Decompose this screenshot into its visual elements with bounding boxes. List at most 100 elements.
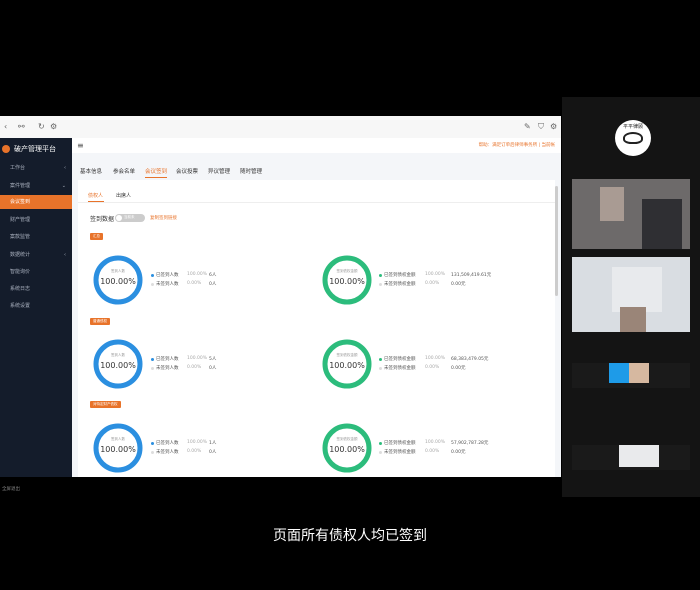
tab-objections[interactable]: 异议管理 (208, 167, 230, 175)
pen-icon[interactable]: ✎ (524, 122, 531, 131)
participant-shirt (619, 445, 659, 467)
legend-dot (151, 283, 154, 286)
status-bar-text: 全屏退出 (2, 487, 20, 492)
signin-amount-ring: 签到债权金额 100.00% (321, 338, 373, 390)
sidebar: 破产管理平台 工作台 ‹ 案件管理 ⌄ 会议签到 财产管理 案款监管 数据统计 … (0, 138, 72, 477)
sidebar-item-settings[interactable]: 系统设置 (0, 299, 72, 313)
active-tab-indicator (145, 177, 167, 178)
signin-content: 债权人 出席人 签到数据 当前未 复制签到链接 汇总 签到人数 100.00% … (78, 180, 555, 477)
legend-dot (379, 367, 382, 370)
video-participants-panel: 平平律顾 (562, 97, 700, 497)
content-scrollbar[interactable] (555, 186, 558, 296)
header-user-info[interactable]: 帮助：满足订单后律师事务所 | 当前帐 (479, 142, 555, 148)
legend-dot (151, 442, 154, 445)
subtab-attendees[interactable]: 出席人 (116, 192, 131, 199)
subtab-creditors[interactable]: 债权人 (88, 192, 103, 199)
signin-count-ring: 签到人数 100.00% (92, 254, 144, 306)
legend-dot (379, 283, 382, 286)
ring-value: 100.00% (329, 445, 365, 454)
legend-row: 已签到债权金额 100.00% 68,383,479.05元 (379, 356, 499, 365)
ring-value: 100.00% (329, 361, 365, 370)
toggle-text: 当前未 (124, 215, 135, 219)
chevron-icon: ‹ (64, 252, 66, 258)
sidebar-item-logs[interactable]: 系统日志 (0, 282, 72, 296)
sidebar-item-case-management[interactable]: 案件管理 ⌄ (0, 179, 72, 193)
legend-row: 未签到债权金额 0.00% 0.00元 (379, 281, 499, 290)
tab-meeting-signin[interactable]: 会议签到 (145, 167, 167, 175)
menu-toggle-icon[interactable]: ≡ (77, 141, 84, 150)
divider (78, 202, 555, 203)
legend-dot (151, 358, 154, 361)
legend-row: 已签到债权金额 100.00% 131,509,419.61元 (379, 272, 499, 281)
legend-row: 已签到人数 100.00% 5人 (151, 356, 271, 365)
signin-count-ring: 签到人数 100.00% (92, 422, 144, 474)
signin-amount-legend: 已签到债权金额 100.00% 57,902,787.28元 未签到债权金额 0… (379, 440, 499, 460)
participant-video-tile[interactable] (572, 363, 690, 388)
shield-icon[interactable]: ⛉ (538, 122, 544, 132)
chevron-down-icon: ⌄ (61, 183, 66, 189)
blurred-face (600, 187, 624, 221)
signin-count-ring: 签到人数 100.00% (92, 338, 144, 390)
toggle-knob (116, 215, 122, 221)
back-icon[interactable]: ‹ (4, 122, 7, 131)
tab-attendees[interactable]: 参会名单 (113, 167, 135, 175)
sidebar-item-workbench[interactable]: 工作台 ‹ (0, 161, 72, 175)
participant-video-tile[interactable] (572, 257, 690, 332)
ring-label: 签到债权金额 (336, 269, 358, 273)
legend-row: 未签到债权金额 0.00% 0.00元 (379, 449, 499, 458)
settings-icon[interactable]: ⚙ (50, 122, 57, 131)
signin-count-legend: 已签到人数 100.00% 1人 未签到人数 0.00% 0人 (151, 440, 271, 460)
sidebar-item-property[interactable]: 财产管理 (0, 213, 72, 227)
blue-block (609, 363, 629, 383)
ring-label: 签到债权金额 (336, 437, 358, 441)
copy-signin-link[interactable]: 复制签到链接 (150, 215, 177, 221)
signin-amount-legend: 已签到债权金额 100.00% 68,383,479.05元 未签到债权金额 0… (379, 356, 499, 376)
ring-value: 100.00% (329, 277, 365, 286)
browser-toolbar: ‹ ⚯ ↻ ⚙ ✎ ⛉ ⚙ (0, 116, 561, 139)
ring-label: 签到人数 (111, 353, 125, 357)
blurred-face (620, 307, 646, 332)
sidebar-item-meeting-signin[interactable]: 会议签到 (0, 195, 72, 209)
section-tag: 汇总 (90, 233, 103, 240)
legend-row: 未签到人数 0.00% 0人 (151, 449, 271, 458)
signin-count-legend: 已签到人数 100.00% 6人 未签到人数 0.00% 0人 (151, 272, 271, 292)
sidebar-item-statistics[interactable]: 数据统计 ‹ (0, 248, 72, 262)
signin-toggle[interactable]: 当前未 (115, 214, 145, 222)
avatar-label: 平平律顾 (622, 124, 643, 130)
gear-icon[interactable]: ⚙ (550, 122, 557, 131)
ring-value: 100.00% (100, 361, 136, 370)
link-icon[interactable]: ⚯ (18, 122, 25, 131)
legend-row: 已签到人数 100.00% 1人 (151, 440, 271, 449)
sidebar-item-funds[interactable]: 案款监管 (0, 230, 72, 244)
refresh-icon[interactable]: ↻ (38, 122, 45, 131)
participant-video-tile[interactable] (572, 445, 690, 470)
signin-amount-legend: 已签到债权金额 100.00% 131,509,419.61元 未签到债权金额 … (379, 272, 499, 292)
blurred-face (629, 363, 649, 383)
video-subtitle: 页面所有债权人均已签到 (273, 528, 427, 544)
participant-avatar[interactable]: 平平律顾 (615, 120, 651, 156)
legend-dot (151, 274, 154, 277)
signin-amount-ring: 签到债权金额 100.00% (321, 254, 373, 306)
room-wall (612, 267, 662, 312)
legend-row: 未签到人数 0.00% 0人 (151, 365, 271, 374)
legend-row: 未签到债权金额 0.00% 0.00元 (379, 365, 499, 374)
tab-realtime[interactable]: 随时管理 (240, 167, 262, 175)
legend-dot (379, 442, 382, 445)
app-header: ≡ 帮助：满足订单后律师事务所 | 当前帐 (72, 138, 561, 153)
app-logo-icon (2, 145, 10, 153)
tab-voting[interactable]: 会议投票 (176, 167, 198, 175)
chevron-icon: ‹ (64, 165, 66, 171)
legend-row: 已签到人数 100.00% 6人 (151, 272, 271, 281)
section-tag: 对特定财产债权 (90, 401, 121, 408)
signin-count-legend: 已签到人数 100.00% 5人 未签到人数 0.00% 0人 (151, 356, 271, 376)
hat-icon (623, 132, 643, 144)
tab-basic-info[interactable]: 基本信息 (80, 167, 102, 175)
section-tag: 普通债权 (90, 318, 110, 325)
legend-dot (151, 451, 154, 454)
legend-row: 未签到人数 0.00% 0人 (151, 281, 271, 290)
participant-video-tile[interactable] (572, 179, 690, 249)
ring-label: 签到人数 (111, 437, 125, 441)
ring-value: 100.00% (100, 277, 136, 286)
ring-value: 100.00% (100, 445, 136, 454)
sidebar-item-pricing[interactable]: 智能询价 (0, 265, 72, 279)
